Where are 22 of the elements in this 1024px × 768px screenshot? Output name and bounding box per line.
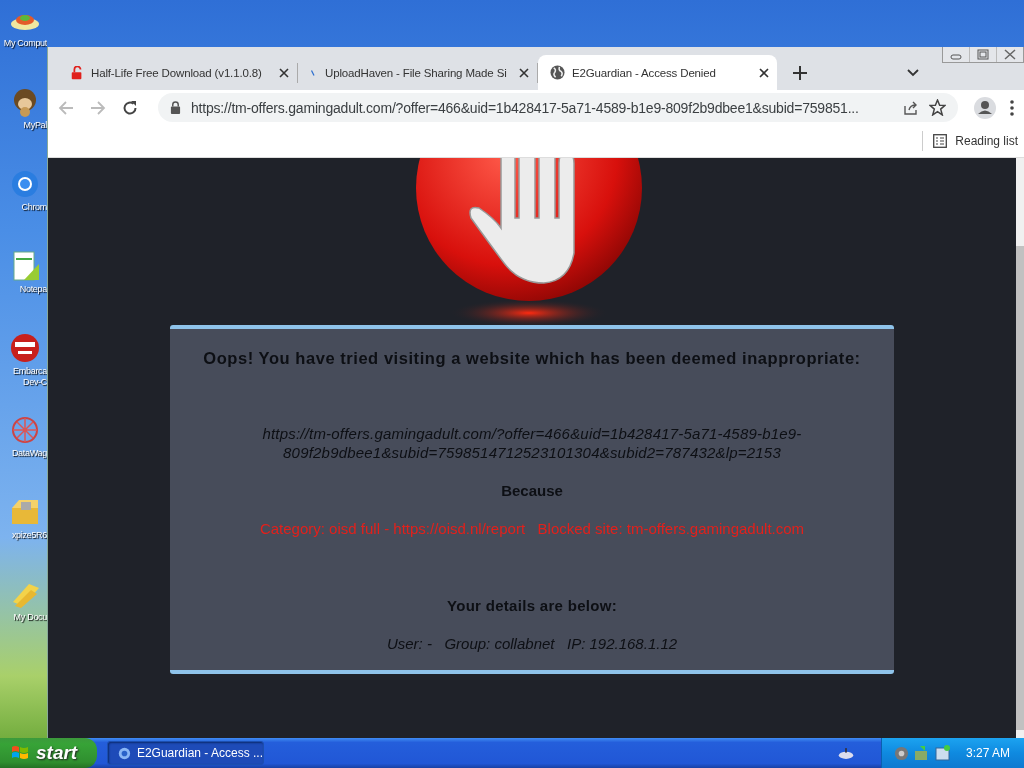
blocked-url: https://tm-offers.gamingadult.com/?offer=466&uid=1b428417-5a71-4589-b1e9- 809f2b9dbee1&subid=7598514712523101304&subid2=787432&lp=2153: [262, 424, 802, 462]
browser-tab[interactable]: UploadHaven - File Sharing Made Si: [298, 55, 537, 90]
desktop-icon-label: MyPal: [23, 120, 47, 131]
because-label: Because: [501, 482, 563, 499]
desktop-icon-label: My Comput: [3, 38, 47, 49]
desktop-icon-label: Chrom: [21, 202, 47, 213]
taskbar-button[interactable]: E2Guardian - Access ...: [107, 741, 264, 765]
address-bar[interactable]: https://tm-offers.gamingadult.com/?offer=466&uid=1b428417-5a71-4589-b1e9-809f2b9dbee1&subid=759851...: [158, 93, 958, 122]
desktop-icon-label: Embarca Dev-C: [13, 366, 47, 388]
user-details: User: - Group: collabnet IP: 192.168.1.12: [386, 635, 678, 652]
warning-heading: Oops! You have tried visiting a website which has been deemed inappropriate:: [203, 349, 861, 368]
start-button[interactable]: start: [0, 738, 97, 768]
block-reason: Category: oisd full - https://oisd.nl/report Blocked site: tm-offers.gamingadult.com: [259, 520, 805, 537]
desktop-icon-label: xpize5R6: [11, 530, 47, 541]
reading-list-button[interactable]: Reading list: [933, 134, 1018, 148]
desktop-icon-label: DataWag: [11, 448, 47, 459]
desktop-icon-label: My Docu: [13, 612, 47, 623]
desktop-icon-label: Notepa: [19, 284, 47, 295]
details-heading: Your details are below:: [447, 597, 617, 614]
browser-tab[interactable]: E2Guardian - Access Denied: [538, 55, 777, 90]
browser-tab[interactable]: Half-Life Free Download (v1.1.0.8): [58, 55, 297, 90]
clock: 3:27 AM: [965, 746, 1010, 760]
